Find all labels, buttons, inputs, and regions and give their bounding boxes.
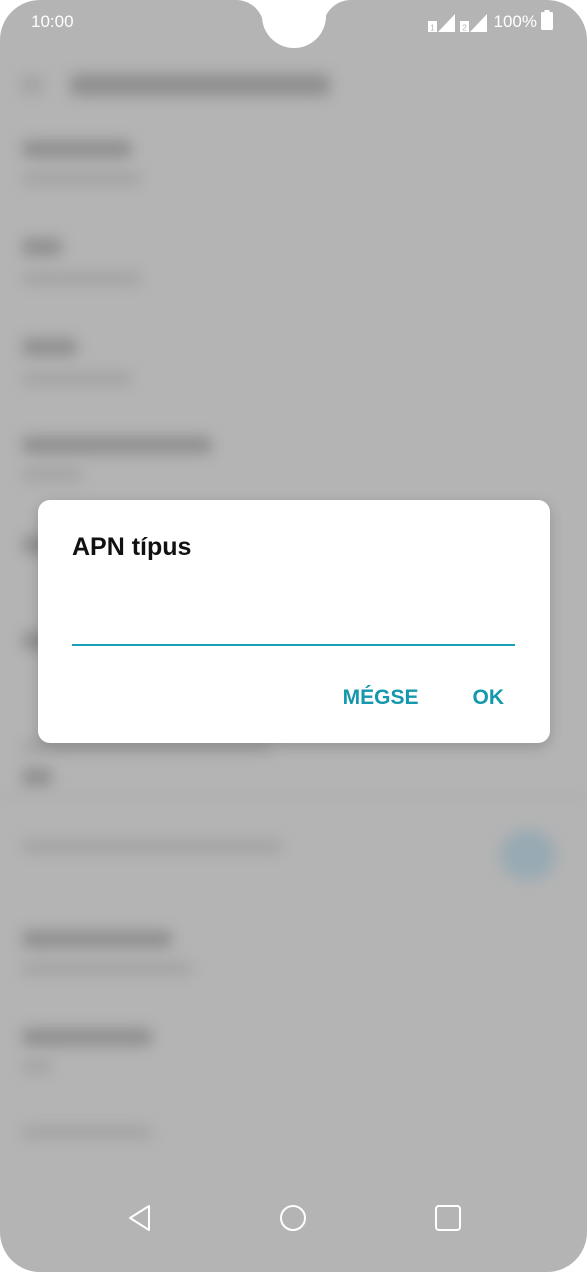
blurred-row-title: [22, 140, 132, 158]
back-icon[interactable]: [120, 1198, 160, 1238]
battery-icon: [541, 9, 553, 35]
blurred-row-title: [22, 436, 212, 454]
svg-text:1: 1: [430, 24, 435, 33]
sim2-signal-icon: 2: [459, 12, 488, 33]
blurred-divider: [0, 795, 587, 797]
status-time: 10:00: [31, 12, 74, 31]
apn-type-dialog: APN típus MÉGSE OK: [38, 500, 550, 743]
blurred-row-title: [22, 1028, 152, 1046]
blurred-row-subtitle: [22, 468, 82, 481]
navigation-bar: [0, 1180, 587, 1272]
dialog-title: APN típus: [72, 533, 192, 561]
battery-percent: 100%: [493, 12, 537, 31]
blurred-toggle: [500, 830, 556, 880]
recents-icon[interactable]: [428, 1198, 468, 1238]
blurred-row-subtitle: [22, 272, 142, 285]
blurred-header: [70, 74, 330, 96]
blurred-row-title: [22, 338, 77, 356]
dialog-actions: MÉGSE OK: [327, 680, 520, 716]
blurred-row-title: [22, 238, 62, 256]
status-bar: 10:00 1 2 100%: [0, 0, 587, 46]
home-icon[interactable]: [273, 1198, 313, 1238]
phone-screen: 10:00 1 2 100% APN típus MÉGSE OK: [0, 0, 587, 1272]
sim1-signal-icon: 1: [427, 12, 456, 33]
apn-type-input[interactable]: [72, 604, 515, 646]
blurred-row-subtitle: [22, 372, 132, 385]
svg-text:2: 2: [462, 24, 467, 33]
blurred-row-title: [22, 768, 52, 786]
blurred-row-subtitle: [22, 1060, 52, 1073]
blurred-row-title: [22, 930, 172, 948]
blurred-row-subtitle: [22, 962, 192, 975]
cancel-button[interactable]: MÉGSE: [327, 680, 435, 716]
ok-button[interactable]: OK: [457, 680, 521, 716]
blurred-row-subtitle: [22, 840, 282, 853]
status-icons: 1 2 100%: [427, 9, 553, 35]
blurred-row-subtitle: [22, 1126, 152, 1139]
blurred-back-arrow: [22, 76, 42, 94]
blurred-row-subtitle: [22, 172, 142, 185]
